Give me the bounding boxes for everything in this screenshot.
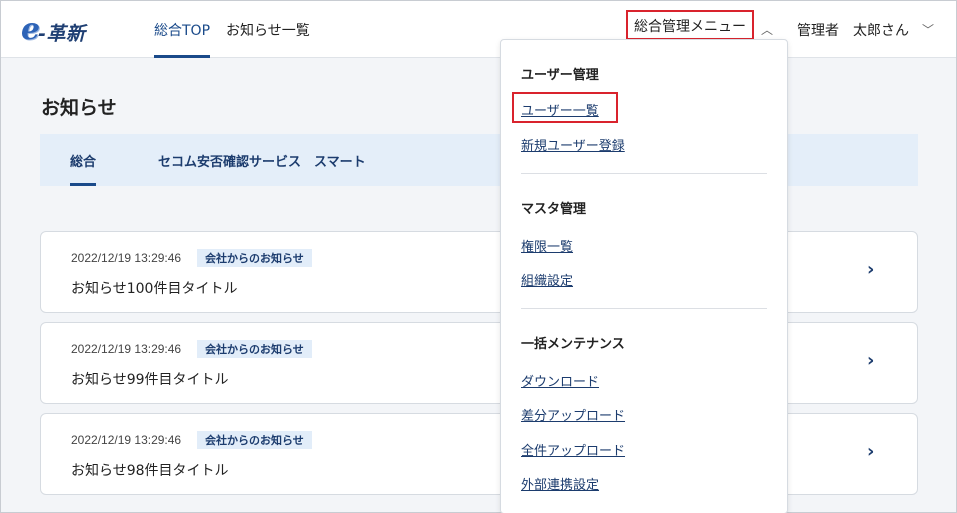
- notice-badge: 会社からのお知らせ: [197, 249, 312, 267]
- page-title: お知らせ: [41, 97, 117, 119]
- app-header: e -革新 総合TOP お知らせ一覧 総合管理メニュー ︿ 管理者 太郎さん ﹀: [1, 1, 956, 58]
- section-heading-bulk: 一括メンテナンス: [521, 337, 625, 352]
- notice-date: 2022/12/19 13:29:46: [71, 433, 182, 447]
- menu-item-diff-upload[interactable]: 差分アップロード: [521, 405, 625, 424]
- logo-text: -革新: [38, 22, 86, 45]
- notice-title: お知らせ99件目タイトル: [71, 372, 229, 388]
- admin-menu-label: 総合管理メニュー: [634, 19, 746, 35]
- chevron-right-icon[interactable]: ›: [867, 441, 874, 462]
- menu-item-full-upload[interactable]: 全件アップロード: [521, 440, 625, 459]
- user-role: 管理者: [797, 22, 839, 39]
- admin-menu-button[interactable]: 総合管理メニュー: [626, 10, 754, 40]
- app-logo[interactable]: e -革新: [21, 15, 105, 45]
- section-heading-master: マスタ管理: [521, 202, 587, 217]
- notice-date: 2022/12/19 13:29:46: [71, 251, 182, 265]
- menu-item-permissions[interactable]: 権限一覧: [521, 236, 573, 255]
- menu-item-new-user[interactable]: 新規ユーザー登録: [521, 135, 625, 154]
- notice-badge: 会社からのお知らせ: [197, 340, 312, 358]
- tab-secom-smart[interactable]: セコム安否確認サービス スマート: [158, 134, 366, 186]
- notice-badge: 会社からのお知らせ: [197, 431, 312, 449]
- menu-item-external-link[interactable]: 外部連携設定: [521, 474, 599, 493]
- nav-tab-notices[interactable]: お知らせ一覧: [226, 1, 310, 58]
- notice-date: 2022/12/19 13:29:46: [71, 342, 182, 356]
- user-name[interactable]: 太郎さん: [853, 1, 909, 58]
- nav-tab-top[interactable]: 総合TOP: [154, 1, 211, 58]
- menu-item-organization[interactable]: 組織設定: [521, 270, 573, 289]
- tab-general[interactable]: 総合: [70, 134, 97, 186]
- chevron-right-icon[interactable]: ›: [867, 259, 874, 280]
- chevron-down-icon[interactable]: ﹀: [922, 21, 934, 38]
- notice-title: お知らせ98件目タイトル: [71, 463, 229, 479]
- divider: [521, 308, 767, 309]
- menu-item-user-list[interactable]: ユーザー一覧: [521, 100, 599, 119]
- menu-item-download[interactable]: ダウンロード: [521, 371, 599, 390]
- chevron-right-icon[interactable]: ›: [867, 350, 874, 371]
- notice-title: お知らせ100件目タイトル: [71, 281, 238, 297]
- divider: [521, 173, 767, 174]
- section-heading-user-management: ユーザー管理: [521, 68, 599, 83]
- admin-dropdown-menu: ユーザー管理 ユーザー一覧 新規ユーザー登録 マスタ管理 権限一覧 組織設定 一…: [500, 39, 788, 513]
- chevron-up-icon[interactable]: ︿: [761, 21, 773, 38]
